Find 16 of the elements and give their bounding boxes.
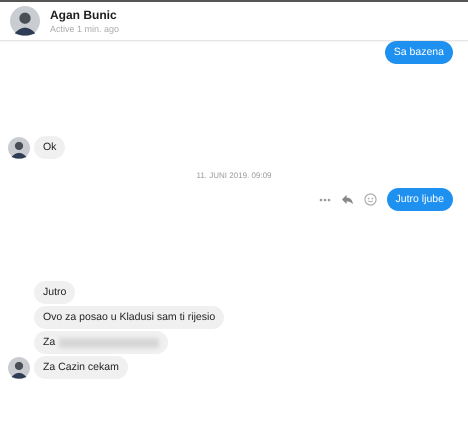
more-icon[interactable] <box>318 198 331 202</box>
timestamp: 11. JUNI 2019. 09:09 <box>196 171 272 180</box>
avatar <box>10 6 40 36</box>
message-bubble: Jutro ljube <box>386 188 453 211</box>
reply-icon[interactable] <box>340 194 354 205</box>
message-bubble: Jutro <box>34 281 76 304</box>
message-bubble: Za Cazin cekam <box>34 356 128 379</box>
avatar <box>8 357 30 379</box>
active-status: Active 1 min. ago <box>50 24 120 34</box>
emoji-icon[interactable] <box>364 193 377 206</box>
message-text: Za <box>43 336 56 349</box>
message-bubble: Ok <box>34 136 66 159</box>
contact-name: Agan Bunic <box>50 8 118 22</box>
message-bubble: Sa bazena <box>384 41 453 64</box>
avatar <box>8 137 30 159</box>
message-bubble: Ovo za posao u Kladusi sam ti rijesio <box>34 306 224 329</box>
